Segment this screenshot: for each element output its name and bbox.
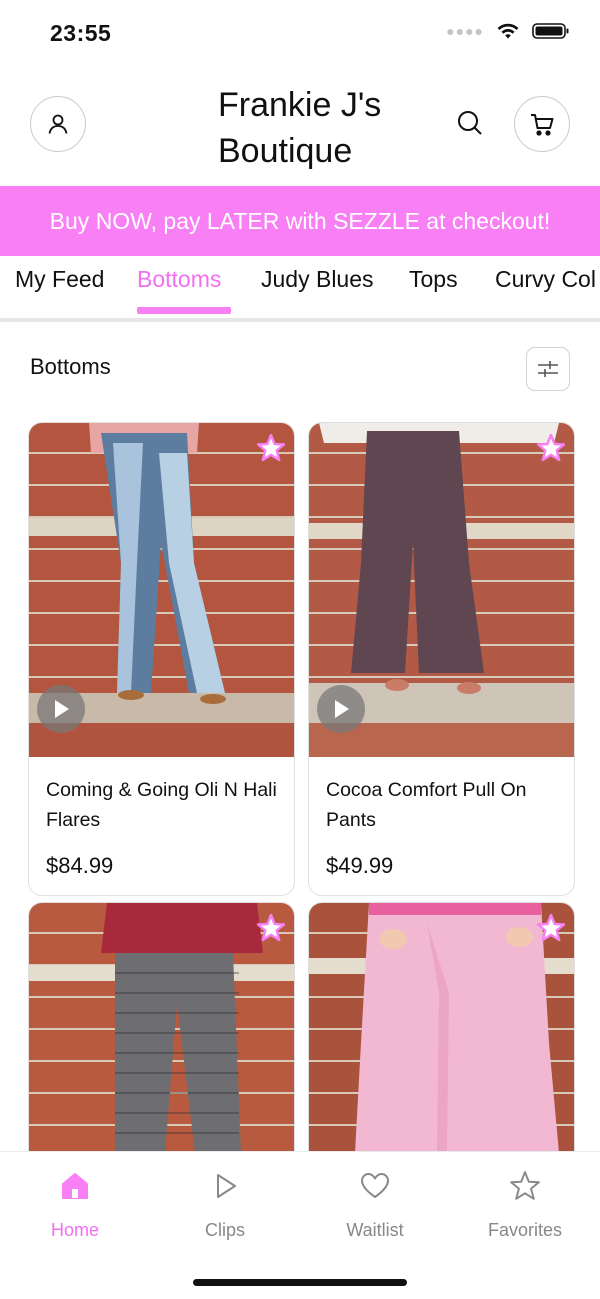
product-image[interactable] — [309, 903, 574, 1152]
tab-home-label: Home — [50, 1220, 99, 1240]
status-bar: 23:55 ●●●● — [0, 0, 600, 66]
product-photo-pink-jeans — [309, 903, 574, 1152]
product-name[interactable]: Cocoa Comfort Pull On Pants — [309, 757, 574, 841]
favorite-star-button[interactable] — [256, 433, 286, 468]
filter-button[interactable] — [526, 347, 570, 391]
tab-home[interactable]: Home — [0, 1166, 150, 1241]
tab-waitlist-label: Waitlist — [346, 1220, 404, 1240]
sliders-icon — [538, 361, 558, 377]
category-tabs: My Feed Bottoms Judy Blues Tops Curvy Co… — [0, 256, 600, 322]
product-card[interactable] — [308, 902, 575, 1152]
favorite-star-button[interactable] — [536, 913, 566, 948]
tab-clips-label: Clips — [204, 1220, 245, 1240]
product-image[interactable] — [309, 423, 574, 757]
wifi-icon — [497, 23, 519, 39]
home-icon — [62, 1173, 88, 1199]
store-name: Frankie J's Boutique — [218, 86, 382, 170]
tab-curvy-collection[interactable]: Curvy Col — [495, 266, 596, 293]
play-icon — [217, 1174, 236, 1198]
star-icon — [256, 433, 286, 462]
promo-text: Buy NOW, pay LATER with SEZZLE at checko… — [49, 207, 551, 234]
battery-icon — [532, 23, 569, 39]
product-image[interactable] — [29, 423, 294, 757]
product-price: $49.99 — [326, 853, 394, 878]
user-icon — [48, 114, 68, 134]
signal-dots-icon: ●●●● — [446, 23, 484, 39]
favorite-star-button[interactable] — [256, 913, 286, 948]
product-photo-houndstooth — [29, 903, 294, 1152]
promo-banner[interactable]: Buy NOW, pay LATER with SEZZLE at checko… — [0, 186, 600, 256]
product-card[interactable]: Coming & Going Oli N Hali Flares $84.99 — [28, 422, 295, 896]
tab-my-feed[interactable]: My Feed — [15, 266, 104, 293]
cart-icon — [531, 114, 554, 136]
tab-favorites[interactable]: Favorites — [450, 1166, 600, 1241]
play-icon — [55, 700, 69, 718]
tab-bottoms[interactable]: Bottoms — [137, 266, 221, 293]
tab-clips[interactable]: Clips — [150, 1166, 300, 1241]
cart-button[interactable] — [514, 96, 570, 152]
app-header: Frankie J's Boutique — [0, 70, 600, 185]
product-card[interactable] — [28, 902, 295, 1152]
account-button[interactable] — [30, 96, 86, 152]
play-video-button[interactable] — [317, 685, 365, 733]
favorite-star-button[interactable] — [536, 433, 566, 468]
tab-judy-blues[interactable]: Judy Blues — [261, 266, 374, 293]
tab-waitlist[interactable]: Waitlist — [300, 1166, 450, 1241]
star-icon — [256, 913, 286, 942]
tab-favorites-label: Favorites — [487, 1220, 563, 1240]
product-grid: Coming & Going Oli N Hali Flares $84.99 — [28, 422, 576, 1152]
product-card[interactable]: Cocoa Comfort Pull On Pants $49.99 — [308, 422, 575, 896]
star-icon — [536, 913, 566, 942]
star-icon — [510, 1171, 540, 1200]
home-indicator — [193, 1279, 407, 1286]
star-icon — [536, 433, 566, 462]
active-tab-indicator — [137, 307, 231, 314]
status-time: 23:55 — [50, 20, 112, 46]
tab-tops[interactable]: Tops — [409, 266, 458, 293]
heart-icon — [361, 1173, 389, 1198]
product-price: $84.99 — [46, 853, 114, 878]
play-video-button[interactable] — [37, 685, 85, 733]
play-icon — [335, 700, 349, 718]
product-name[interactable]: Coming & Going Oli N Hali Flares — [29, 757, 294, 841]
bottom-tab-bar: Home Clips Waitlist Favorites — [0, 1151, 600, 1299]
search-icon[interactable] — [455, 108, 485, 138]
product-image[interactable] — [29, 903, 294, 1152]
section-title: Bottoms — [30, 354, 111, 379]
